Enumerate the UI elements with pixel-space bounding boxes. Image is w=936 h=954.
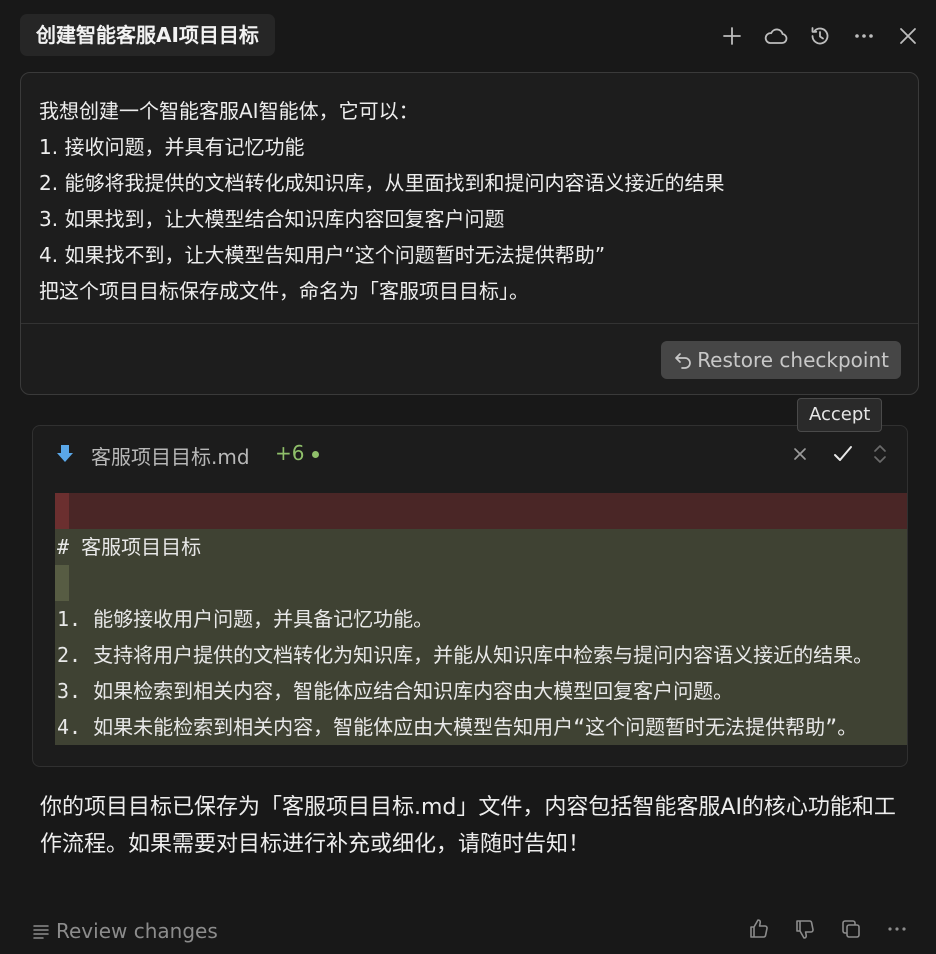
diff-line-text: 2. 支持将用户提供的文档转化为知识库，并能从知识库中检索与提问内容语义接近的结… bbox=[57, 643, 874, 667]
diff-line-added: 3. 如果检索到相关内容，智能体应结合知识库内容由大模型回复客户问题。 bbox=[55, 673, 907, 709]
history-icon[interactable] bbox=[804, 20, 836, 52]
user-line: 3. 如果找到，让大模型结合知识库内容回复客户问题 bbox=[39, 207, 505, 231]
user-line: 4. 如果找不到，让大模型告知用户“这个问题暂时无法提供帮助” bbox=[39, 243, 606, 267]
thumbs-down-icon[interactable] bbox=[792, 916, 818, 942]
diff-header: 客服项目目标.md +6 bbox=[33, 426, 907, 484]
copy-icon[interactable] bbox=[838, 916, 864, 942]
accept-tooltip: Accept bbox=[797, 398, 883, 432]
plus-icon[interactable] bbox=[716, 20, 748, 52]
review-changes-label: Review changes bbox=[56, 919, 218, 943]
feedback-toolbar bbox=[746, 916, 910, 942]
added-count: +6 bbox=[275, 441, 305, 465]
file-name[interactable]: 客服项目目标.md bbox=[91, 441, 250, 470]
reject-icon[interactable] bbox=[789, 443, 813, 467]
cloud-icon[interactable] bbox=[760, 20, 792, 52]
user-line: 1. 接收问题，并具有记忆功能 bbox=[39, 135, 305, 159]
more-icon[interactable] bbox=[848, 20, 880, 52]
diff-line-added: # 客服项目目标 bbox=[55, 529, 907, 565]
diff-line-removed bbox=[55, 493, 907, 529]
message-footer: Review changes bbox=[0, 906, 936, 954]
list-icon bbox=[33, 925, 49, 939]
diff-line-text: # 客服项目目标 bbox=[57, 535, 202, 559]
user-line: 我想创建一个智能客服AI智能体，它可以： bbox=[39, 99, 419, 123]
modified-dot bbox=[312, 451, 319, 458]
user-line: 2. 能够将我提供的文档转化成知识库，从里面找到和提问内容语义接近的结果 bbox=[39, 171, 725, 195]
thumbs-up-icon[interactable] bbox=[746, 916, 772, 942]
diff-line-text: 4. 如果未能检索到相关内容，智能体应由大模型告知用户“这个问题暂时无法提供帮助… bbox=[57, 715, 858, 739]
chat-title[interactable]: 创建智能客服AI项目目标 bbox=[20, 14, 275, 56]
review-changes-button[interactable]: Review changes bbox=[32, 916, 218, 946]
top-bar: 创建智能客服AI项目目标 bbox=[0, 0, 936, 72]
diff-line-added: 1. 能够接收用户问题，并具备记忆功能。 bbox=[55, 601, 907, 637]
diff-line-added: 4. 如果未能检索到相关内容，智能体应由大模型告知用户“这个问题暂时无法提供帮助… bbox=[55, 709, 907, 745]
diff-line-text: 3. 如果检索到相关内容，智能体应结合知识库内容由大模型回复客户问题。 bbox=[57, 679, 734, 703]
user-message[interactable]: 我想创建一个智能客服AI智能体，它可以： 1. 接收问题，并具有记忆功能 2. … bbox=[20, 72, 919, 395]
restore-checkpoint-button[interactable]: Restore checkpoint bbox=[661, 341, 901, 379]
assistant-message: 你的项目目标已保存为「客服项目目标.md」文件，内容包括智能客服AI的核心功能和… bbox=[40, 795, 896, 857]
diff-card: 客服项目目标.md +6 # 客服项目目标 1. 能够接收用户问题，并具备记忆功… bbox=[32, 425, 908, 767]
close-icon[interactable] bbox=[892, 20, 924, 52]
top-toolbar bbox=[716, 20, 924, 52]
diff-gutter bbox=[55, 493, 69, 529]
diff-body[interactable]: # 客服项目目标 1. 能够接收用户问题，并具备记忆功能。 2. 支持将用户提供… bbox=[55, 493, 907, 745]
diff-line-text: 1. 能够接收用户问题，并具备记忆功能。 bbox=[57, 607, 434, 631]
divider bbox=[21, 323, 918, 324]
user-message-text: 我想创建一个智能客服AI智能体，它可以： 1. 接收问题，并具有记忆功能 2. … bbox=[39, 93, 899, 309]
chevron-up-down-icon[interactable] bbox=[870, 441, 892, 467]
undo-icon bbox=[675, 353, 691, 369]
more-icon[interactable] bbox=[884, 916, 910, 942]
diff-line-added: 2. 支持将用户提供的文档转化为知识库，并能从知识库中检索与提问内容语义接近的结… bbox=[55, 637, 907, 673]
download-arrow-icon bbox=[55, 443, 77, 465]
restore-checkpoint-label: Restore checkpoint bbox=[697, 348, 889, 372]
diff-line-added bbox=[55, 565, 907, 601]
diff-gutter bbox=[55, 565, 69, 601]
user-line: 把这个项目目标保存成文件，命名为「客服项目目标」。 bbox=[39, 279, 529, 303]
accept-check-icon[interactable] bbox=[830, 441, 856, 467]
